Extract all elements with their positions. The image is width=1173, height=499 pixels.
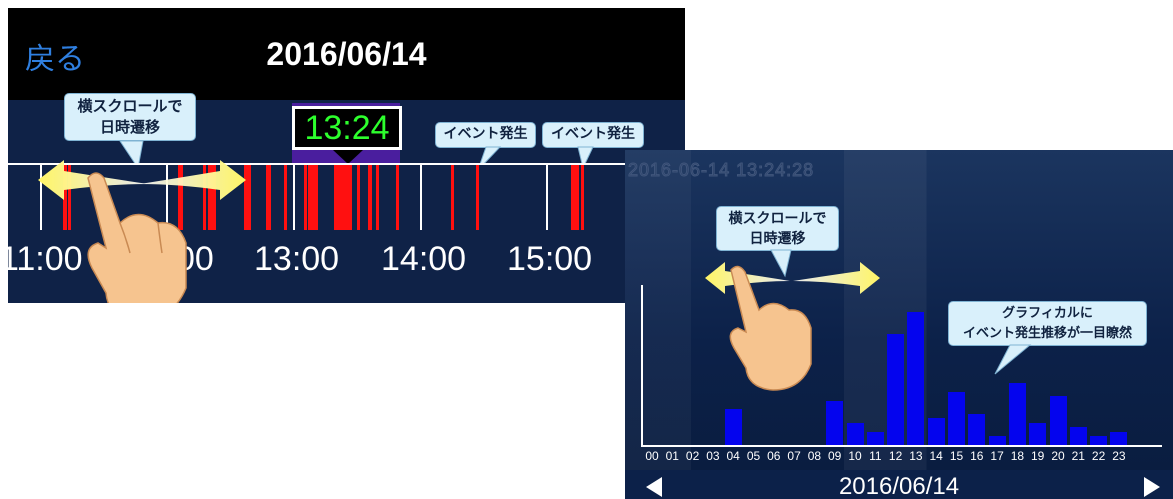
hour-tick-label: 05 <box>746 449 761 463</box>
hour-tick-label: 22 <box>1091 449 1106 463</box>
hour-tick-label: 08 <box>807 449 822 463</box>
hour-tick-label: 02 <box>685 449 700 463</box>
hour-tick-label: 13 <box>909 449 923 463</box>
hour-tick-label: 17 <box>990 449 1004 463</box>
swipe-gesture-icon <box>38 160 246 303</box>
hour-tick-label: 21 <box>1071 449 1085 463</box>
hour-tick-label: 23 <box>1112 449 1126 463</box>
chart-screen: 2016-06-14 13:24:28 横スクロールで 日時遷移 グラフィカルに… <box>625 150 1173 499</box>
swipe-gesture-icon <box>705 262 880 391</box>
chart-date: 2016/06/14 <box>838 473 960 499</box>
hour-tick-label: 10 <box>848 449 862 463</box>
hour-tick-label: 11 <box>869 449 882 463</box>
hour-tick-label: 06 <box>767 449 781 463</box>
hour-tick-label: 12 <box>888 449 903 463</box>
hour-tick-label: 00 <box>645 449 659 463</box>
hour-tick-label: 18 <box>1010 449 1025 463</box>
hour-tick-label: 19 <box>1031 449 1045 463</box>
hour-tick-label: 04 <box>726 449 740 463</box>
hour-tick-label: 07 <box>787 449 801 463</box>
hour-tick-label: 03 <box>706 449 720 463</box>
triangle-right-icon[interactable] <box>1144 477 1160 497</box>
hour-tick-label: 20 <box>1051 449 1065 463</box>
hour-tick-label: 16 <box>970 449 984 463</box>
hour-tick-label: 09 <box>828 449 842 463</box>
timeline-screen: 戻る 2016/06/14 13:24 イベント発生 イベント発生 横スクロール… <box>8 8 685 303</box>
hour-tick-label: 15 <box>949 449 964 463</box>
hour-tick-label: 01 <box>665 449 679 463</box>
hour-tick-label: 14 <box>929 449 943 463</box>
